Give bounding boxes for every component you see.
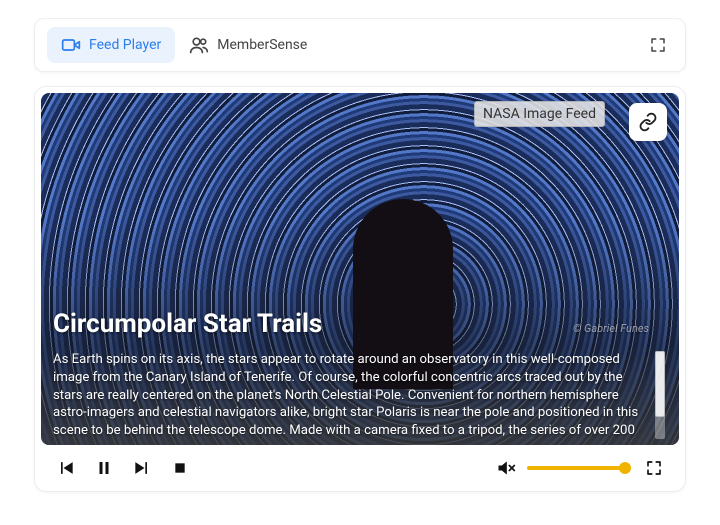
volume-slider[interactable] <box>527 466 625 470</box>
volume-control <box>495 457 625 479</box>
users-icon <box>189 35 209 55</box>
tab-label: Feed Player <box>89 37 161 53</box>
scrollbar-thumb[interactable] <box>655 351 665 417</box>
tab-feed-player[interactable]: Feed Player <box>47 27 175 63</box>
caption-block: Circumpolar Star Trails As Earth spins o… <box>41 309 679 445</box>
feed-source-badge: NASA Image Feed <box>474 101 605 127</box>
mute-button[interactable] <box>495 457 517 479</box>
image-description: As Earth spins on its axis, the stars ap… <box>53 351 649 439</box>
pause-button[interactable] <box>93 457 115 479</box>
fullscreen-button[interactable] <box>643 457 665 479</box>
next-button[interactable] <box>131 457 153 479</box>
link-button[interactable] <box>629 103 667 141</box>
description-scrollbar[interactable] <box>655 351 665 439</box>
top-tab-bar: Feed Player MemberSense <box>34 18 686 72</box>
previous-button[interactable] <box>55 457 77 479</box>
image-title: Circumpolar Star Trails <box>53 309 665 339</box>
video-icon <box>61 35 81 55</box>
tab-member-sense[interactable]: MemberSense <box>175 27 321 63</box>
hero-image: NASA Image Feed © Gabriel Funes Circumpo… <box>41 93 679 445</box>
fullscreen-button-top[interactable] <box>643 30 673 60</box>
player-controls <box>41 445 679 485</box>
tab-label: MemberSense <box>217 37 307 53</box>
player-card: NASA Image Feed © Gabriel Funes Circumpo… <box>34 86 686 492</box>
stop-button[interactable] <box>169 457 191 479</box>
volume-thumb[interactable] <box>619 462 631 474</box>
